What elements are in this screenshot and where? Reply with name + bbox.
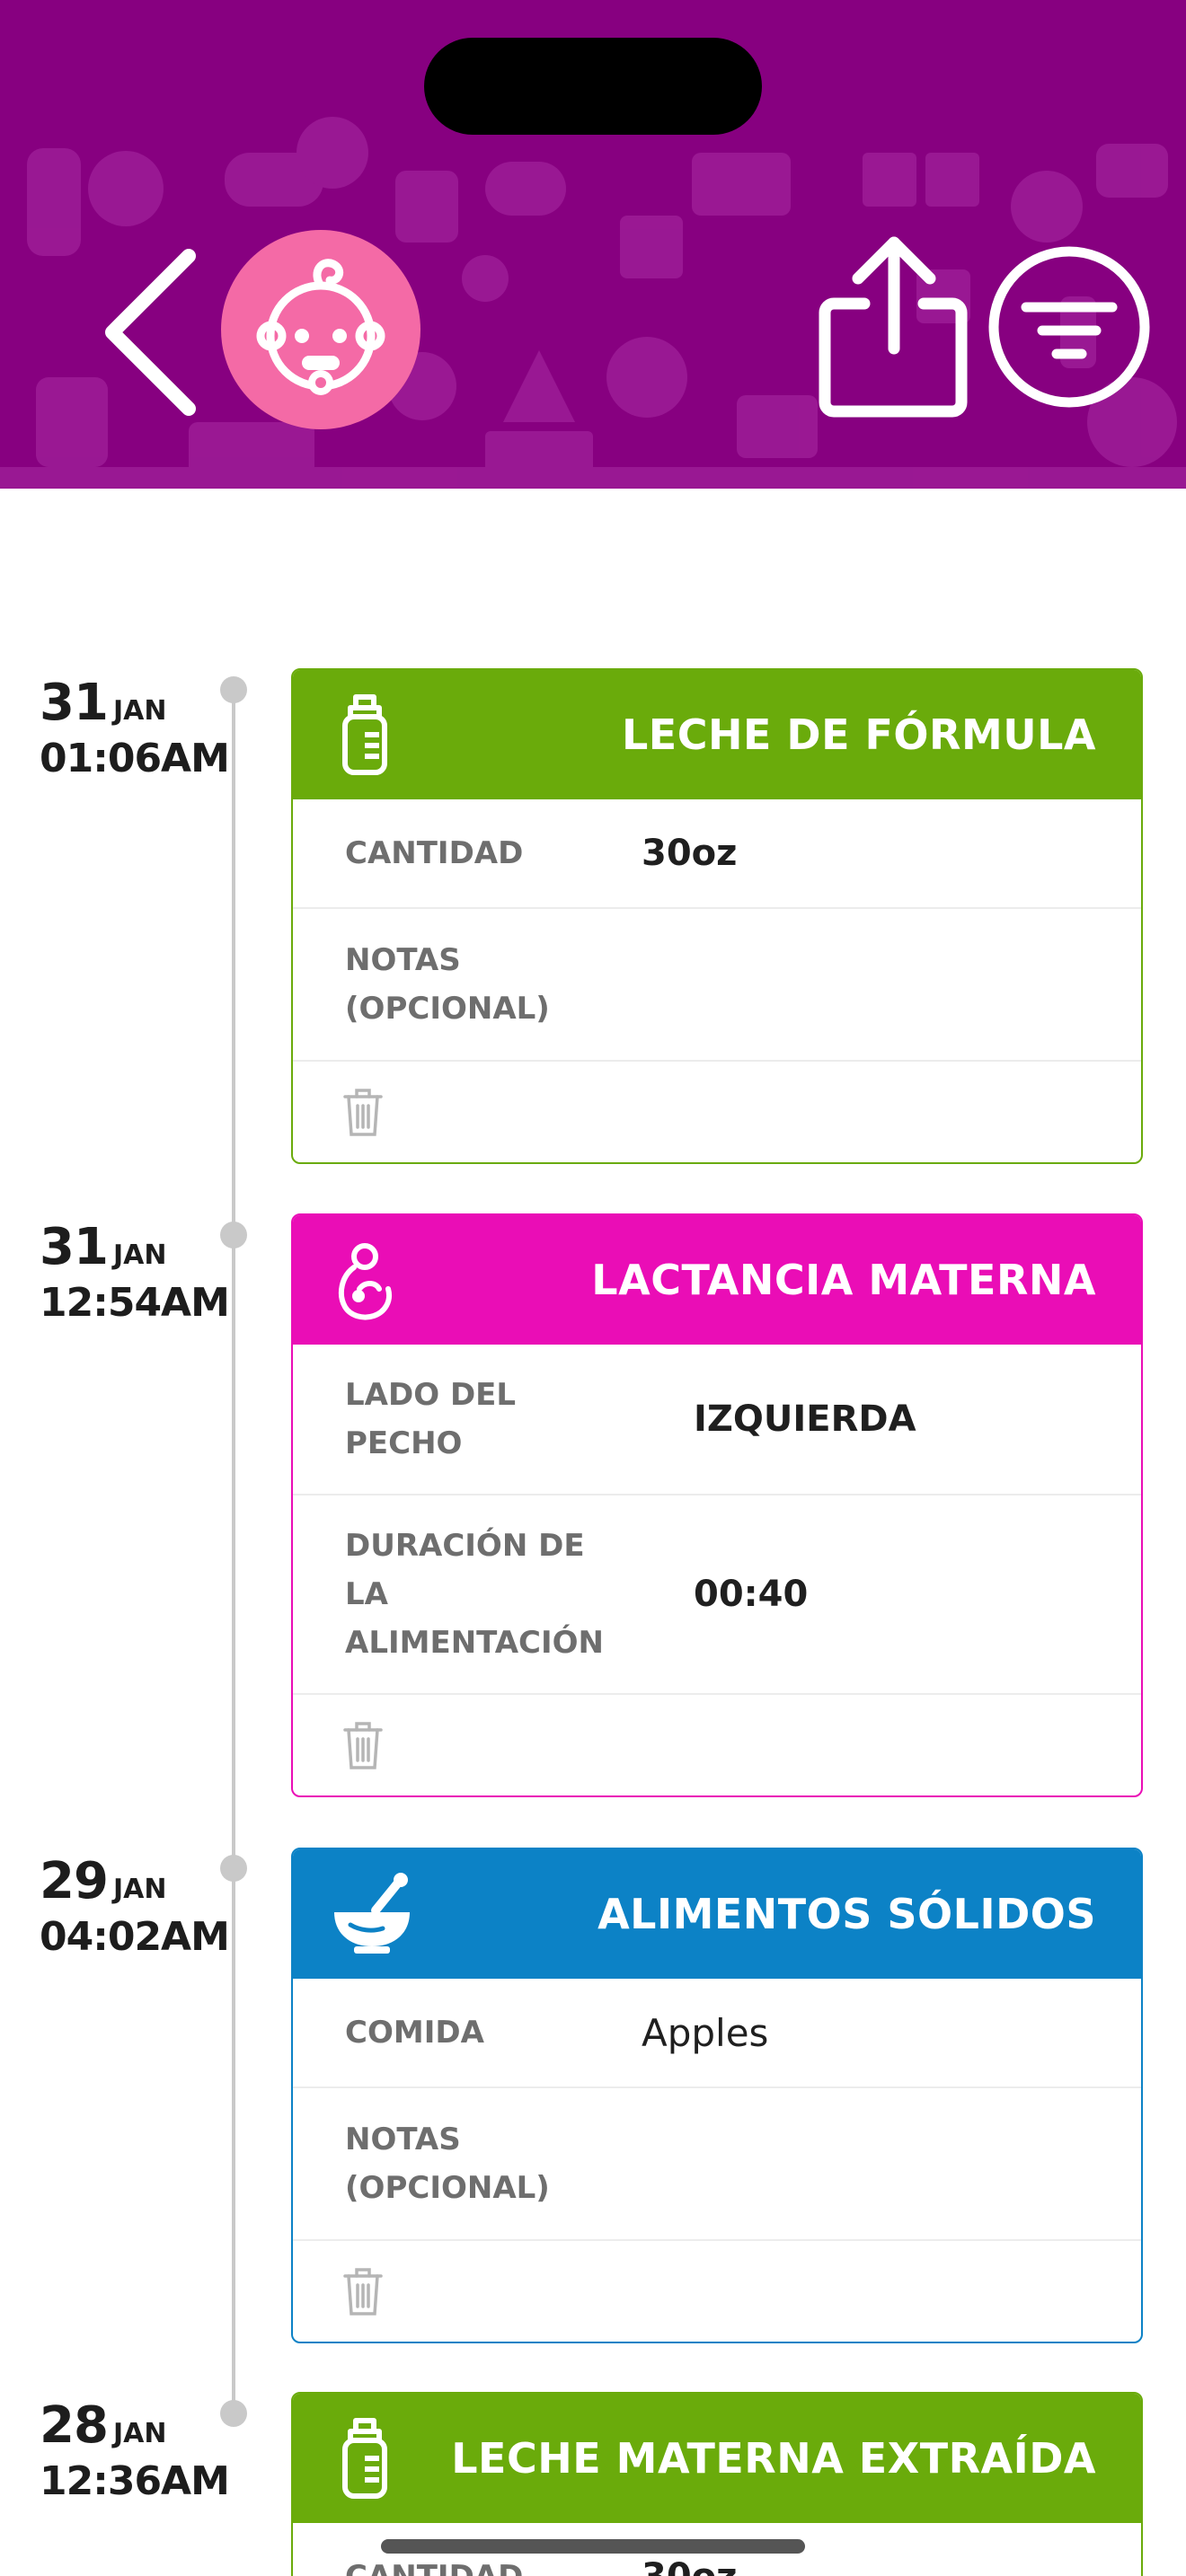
row-label: CANTIDAD [345,835,524,871]
actions-row [293,1695,1141,1795]
entry-month: JAN [112,2418,167,2449]
entry-card-solids[interactable]: ALIMENTOS SÓLIDOS COMIDA Apples NOTAS (O… [291,1848,1143,2343]
baby-bottle-icon [342,694,387,775]
entry-day: 28 [40,2396,109,2455]
detail-row[interactable]: NOTAS (OPCIONAL) [293,2088,1141,2241]
entry-month: JAN [112,1874,167,1905]
chevron-left-icon [105,249,196,416]
row-value: Apples [642,2010,769,2055]
detail-row: LADO DEL PECHO IZQUIERDA [293,1345,1141,1495]
detail-row: COMIDA Apples [293,1979,1141,2088]
entry-month: JAN [112,1239,167,1271]
trash-icon[interactable] [341,1719,385,1771]
card-header: ALIMENTOS SÓLIDOS [293,1849,1141,1979]
entry-time: 01:06AM [40,736,230,781]
breastfeeding-icon [338,1243,392,1320]
card-title: LECHE MATERNA EXTRAÍDA [451,2434,1096,2483]
detail-row: CANTIDAD 30oz [293,799,1141,909]
mortar-bowl-icon [334,1873,410,1954]
filter-icon [988,246,1150,408]
row-label: LADO DEL PECHO [345,1377,517,1461]
back-button[interactable] [90,243,216,422]
baby-bottle-icon [342,2418,387,2499]
timeline-line [232,688,235,2413]
entry-date: 29 JAN 04:02AM [40,1852,237,1960]
entry-time: 12:36AM [40,2458,230,2504]
card-title: ALIMENTOS SÓLIDOS [597,1890,1096,1938]
card-header: LACTANCIA MATERNA [293,1215,1141,1345]
filter-button[interactable] [987,244,1152,410]
app-header [0,0,1186,489]
card-title: LACTANCIA MATERNA [591,1256,1096,1304]
row-value: IZQUIERDA [694,1398,916,1440]
entry-time: 04:02AM [40,1914,230,1960]
baby-face-icon [256,259,385,395]
dynamic-island [424,38,762,135]
trash-icon[interactable] [341,1086,385,1138]
row-label: COMIDA [345,2015,484,2051]
detail-row[interactable]: NOTAS (OPCIONAL) [293,909,1141,1062]
detail-row: DURACIÓN DE LA ALIMENTACIÓN 00:40 [293,1495,1141,1695]
entry-time: 12:54AM [40,1280,230,1326]
share-icon [819,236,968,418]
entry-date: 31 JAN 12:54AM [40,1218,237,1326]
home-indicator[interactable] [381,2539,805,2554]
entry-day: 31 [40,674,109,732]
row-label: NOTAS (OPCIONAL) [345,2122,550,2206]
entry-date: 31 JAN 01:06AM [40,674,237,781]
trash-icon[interactable] [341,2265,385,2317]
entry-card-formula[interactable]: LECHE DE FÓRMULA CANTIDAD 30oz NOTAS (OP… [291,668,1143,1164]
entry-month: JAN [112,695,167,727]
share-button[interactable] [809,232,979,420]
entry-date: 28 JAN 12:36AM [40,2396,237,2504]
entry-day: 29 [40,1852,109,1910]
row-value: 30oz [642,2556,737,2576]
row-value: 30oz [642,833,738,874]
card-header: LECHE DE FÓRMULA [293,670,1141,799]
row-label: NOTAS (OPCIONAL) [345,942,550,1027]
row-label: DURACIÓN DE LA ALIMENTACIÓN [345,1528,604,1661]
actions-row [293,1062,1141,1162]
entry-day: 31 [40,1218,109,1276]
entry-card-breastfeeding[interactable]: LACTANCIA MATERNA LADO DEL PECHO IZQUIER… [291,1213,1143,1797]
baby-avatar[interactable] [221,230,420,429]
row-label: CANTIDAD [345,2553,642,2576]
row-value: 00:40 [694,1574,809,1615]
card-header: LECHE MATERNA EXTRAÍDA [293,2394,1141,2523]
card-title: LECHE DE FÓRMULA [621,710,1096,759]
actions-row [293,2241,1141,2342]
